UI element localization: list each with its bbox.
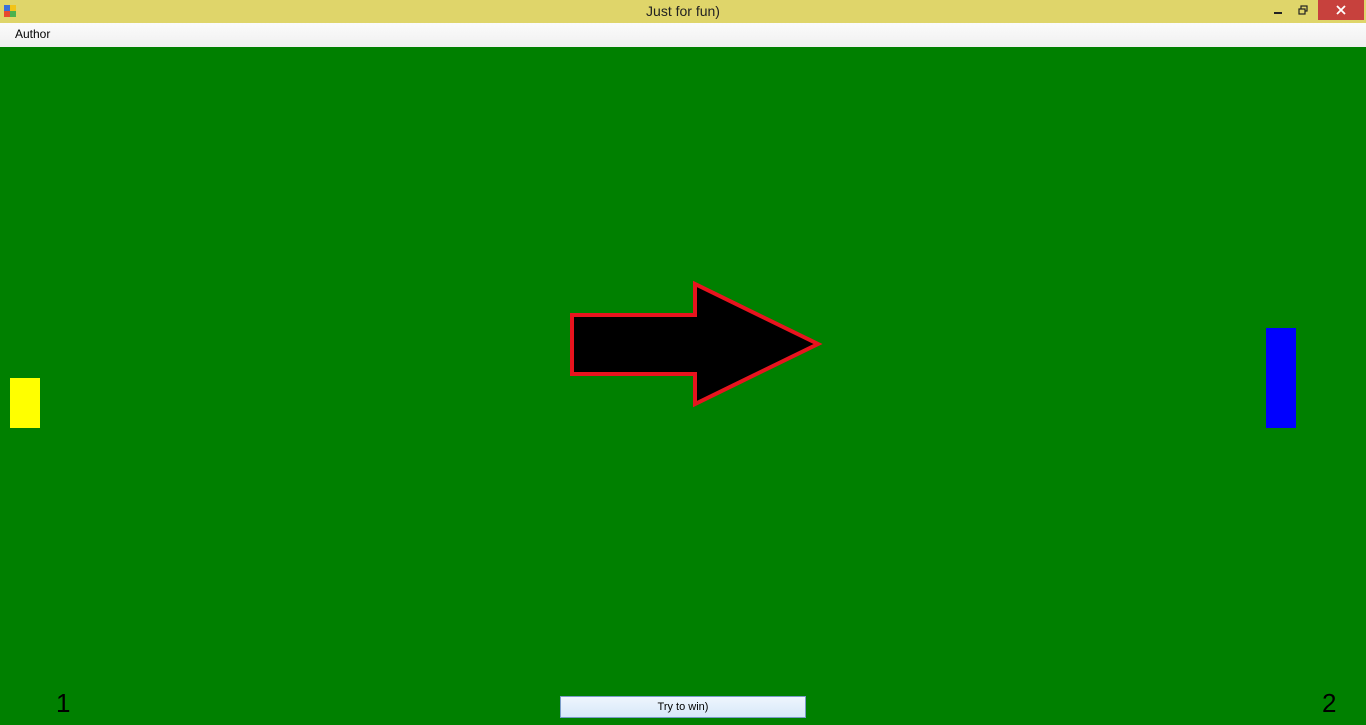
left-score: 1 <box>56 688 71 718</box>
title-bar[interactable]: Just for fun) <box>0 0 1366 23</box>
try-to-win-button[interactable]: Try to win) <box>560 696 806 718</box>
right-score: 2 <box>1322 688 1337 718</box>
left-paddle <box>10 378 40 428</box>
minimize-icon <box>1274 12 1282 14</box>
direction-arrow-icon <box>570 280 823 408</box>
menu-item-author[interactable]: Author <box>8 27 57 41</box>
restore-icon <box>1298 5 1308 15</box>
game-field[interactable]: 1 2 Try to win) <box>0 47 1366 725</box>
restore-button[interactable] <box>1291 0 1315 20</box>
close-button[interactable] <box>1318 0 1364 20</box>
menu-bar: Author <box>0 23 1366 47</box>
window-title: Just for fun) <box>646 3 720 19</box>
minimize-button[interactable] <box>1266 0 1290 20</box>
app-window: Just for fun) Author 1 2 Try to win) <box>0 0 1366 725</box>
right-paddle <box>1266 328 1296 428</box>
close-icon <box>1336 5 1346 15</box>
